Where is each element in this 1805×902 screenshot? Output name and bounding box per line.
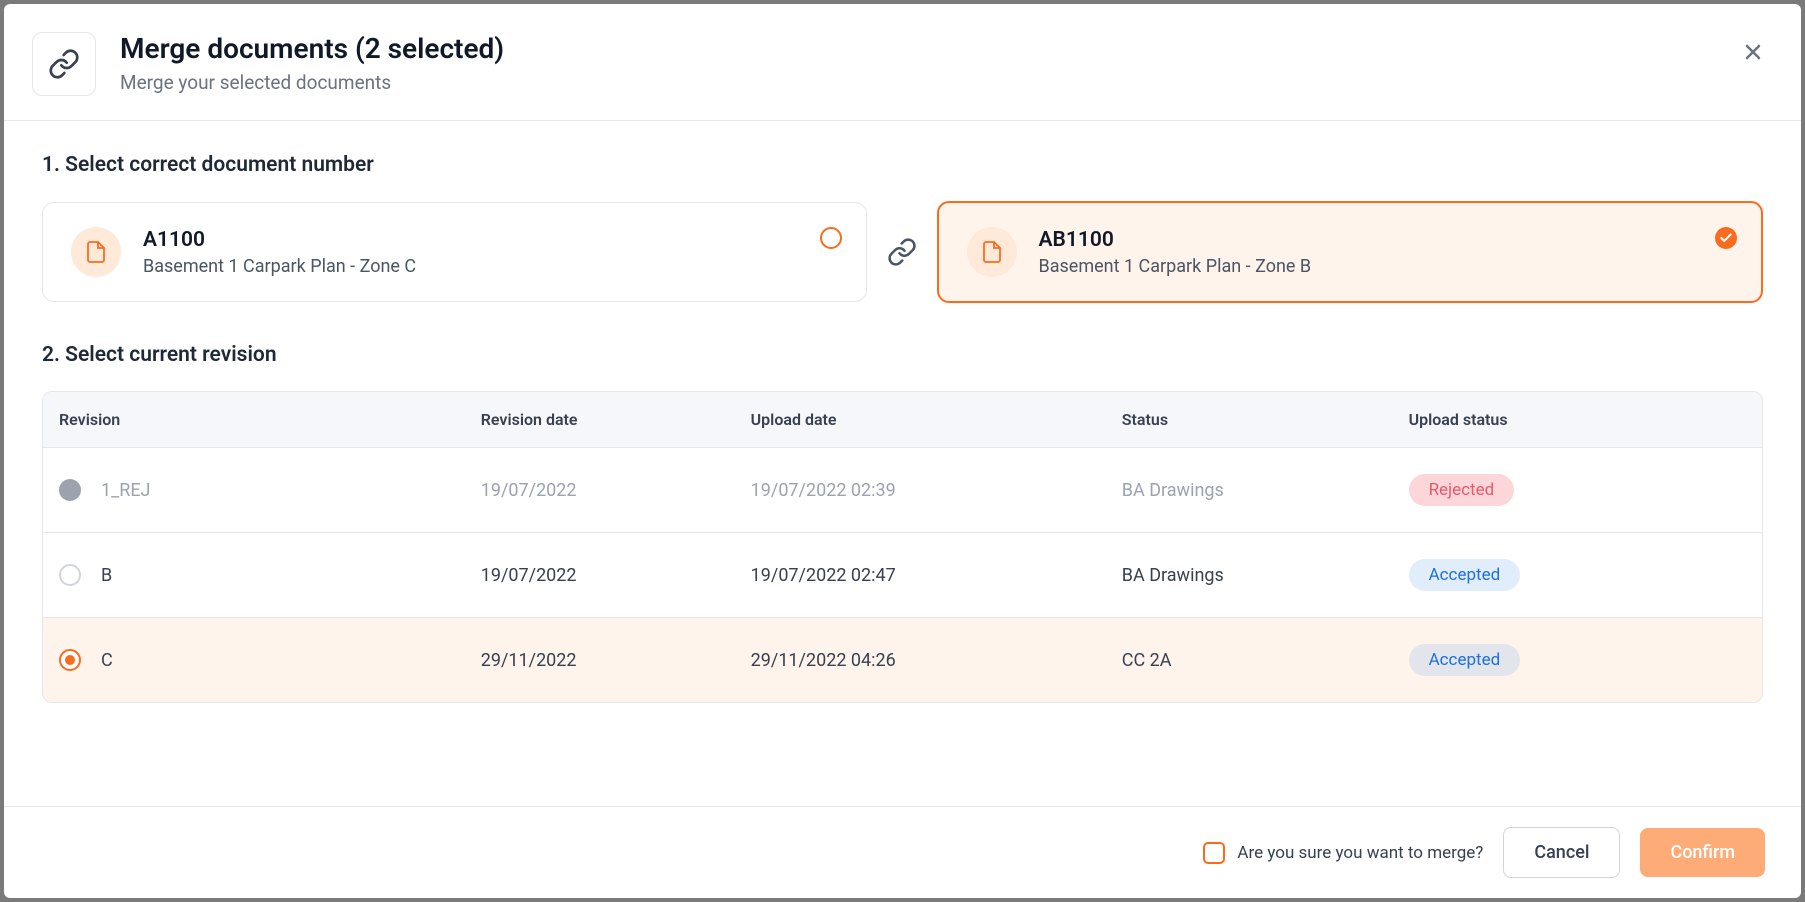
cancel-button[interactable]: Cancel	[1503, 827, 1620, 878]
radio-indicator	[820, 227, 842, 249]
confirm-checkbox[interactable]	[1203, 842, 1225, 864]
table-row[interactable]: C 29/11/2022 29/11/2022 04:26 CC 2A Acce…	[43, 617, 1762, 702]
close-icon	[1741, 40, 1765, 64]
cell-revision: B	[101, 565, 112, 586]
status-badge-accepted: Accepted	[1409, 644, 1521, 676]
section-1-title: 1. Select correct document number	[42, 153, 1763, 177]
document-icon-circle	[71, 227, 121, 277]
status-badge-accepted: Accepted	[1409, 559, 1521, 591]
cell-status: CC 2A	[1122, 650, 1409, 671]
cell-upload-date: 29/11/2022 04:26	[751, 650, 1122, 671]
link-icon	[887, 237, 917, 267]
cell-revision-date: 29/11/2022	[481, 650, 751, 671]
document-card-a1100[interactable]: A1100 Basement 1 Carpark Plan - Zone C	[42, 202, 867, 302]
header-icon-box	[32, 32, 96, 96]
th-status: Status	[1122, 410, 1409, 429]
radio-unchecked-icon	[820, 227, 842, 249]
status-badge-rejected: Rejected	[1409, 474, 1515, 506]
document-select-row: A1100 Basement 1 Carpark Plan - Zone C	[42, 201, 1763, 303]
cell-revision-date: 19/07/2022	[481, 480, 751, 501]
modal-subtitle: Merge your selected documents	[120, 71, 504, 94]
radio-indicator	[1715, 227, 1737, 249]
cell-revision-date: 19/07/2022	[481, 565, 751, 586]
cell-revision: 1_REJ	[101, 480, 151, 501]
cell-revision: C	[101, 650, 113, 671]
modal-body: 1. Select correct document number A1100 …	[4, 121, 1801, 806]
th-upload-date: Upload date	[751, 410, 1122, 429]
th-revision: Revision	[59, 410, 481, 429]
document-description: Basement 1 Carpark Plan - Zone C	[143, 256, 416, 277]
document-icon	[980, 240, 1004, 264]
merge-documents-modal: Merge documents (2 selected) Merge your …	[4, 4, 1801, 898]
confirm-label: Are you sure you want to merge?	[1237, 843, 1483, 863]
th-revision-date: Revision date	[481, 410, 751, 429]
radio-disabled-icon	[59, 479, 81, 501]
document-icon-circle	[967, 227, 1017, 277]
document-number: A1100	[143, 228, 416, 252]
th-upload-status: Upload status	[1409, 410, 1746, 429]
modal-header: Merge documents (2 selected) Merge your …	[4, 4, 1801, 121]
section-2-title: 2. Select current revision	[42, 343, 1763, 367]
modal-footer: Are you sure you want to merge? Cancel C…	[4, 806, 1801, 898]
cell-status: BA Drawings	[1122, 565, 1409, 586]
document-icon	[84, 240, 108, 264]
table-header: Revision Revision date Upload date Statu…	[43, 392, 1762, 447]
cell-upload-date: 19/07/2022 02:47	[751, 565, 1122, 586]
radio-checked-icon	[1715, 227, 1737, 249]
modal-title: Merge documents (2 selected)	[120, 32, 504, 65]
table-row[interactable]: B 19/07/2022 19/07/2022 02:47 BA Drawing…	[43, 532, 1762, 617]
revisions-table: Revision Revision date Upload date Statu…	[42, 391, 1763, 703]
radio-checked-icon[interactable]	[59, 649, 81, 671]
confirm-button[interactable]: Confirm	[1640, 828, 1765, 877]
cell-status: BA Drawings	[1122, 480, 1409, 501]
link-separator	[887, 237, 917, 267]
document-card-ab1100[interactable]: AB1100 Basement 1 Carpark Plan - Zone B	[937, 201, 1764, 303]
radio-unchecked-icon[interactable]	[59, 564, 81, 586]
close-button[interactable]	[1737, 36, 1769, 72]
document-description: Basement 1 Carpark Plan - Zone B	[1039, 256, 1312, 277]
document-number: AB1100	[1039, 228, 1312, 252]
link-icon	[48, 48, 80, 80]
cell-upload-date: 19/07/2022 02:39	[751, 480, 1122, 501]
table-row: 1_REJ 19/07/2022 19/07/2022 02:39 BA Dra…	[43, 447, 1762, 532]
confirm-check-group: Are you sure you want to merge?	[1203, 842, 1483, 864]
